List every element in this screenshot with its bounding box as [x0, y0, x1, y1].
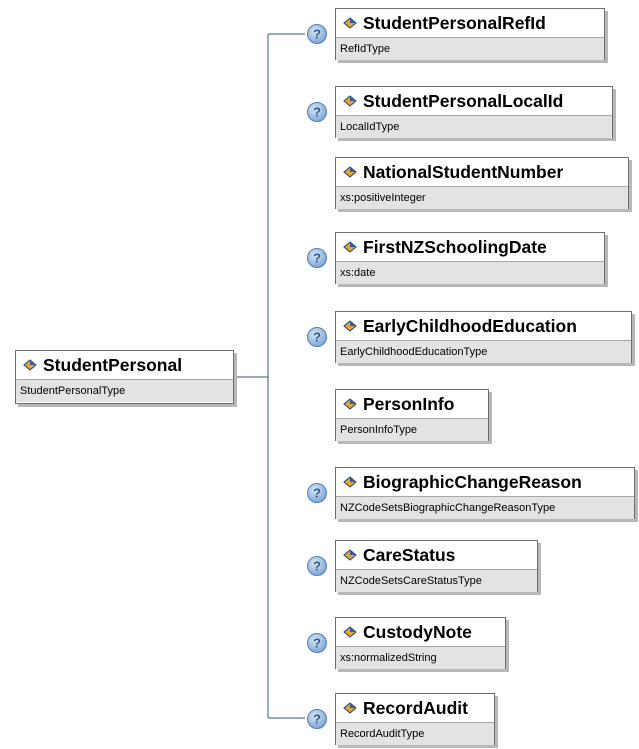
root-element-name: StudentPersonal	[43, 354, 183, 375]
child-element-type: RefIdType	[336, 37, 604, 60]
child-element-header: RecordAudit	[336, 694, 494, 722]
child-element-name: RecordAudit	[363, 697, 468, 718]
optional-question-icon: ?	[307, 248, 327, 268]
child-element-box[interactable]: PersonInfo PersonInfoType	[335, 389, 489, 441]
optional-question-icon: ?	[307, 709, 327, 729]
element-diamond-icon	[343, 476, 357, 488]
child-element-name: CareStatus	[363, 544, 456, 565]
root-element-header: StudentPersonal	[16, 351, 233, 379]
child-element-header: BiographicChangeReason	[336, 468, 634, 496]
child-element-header: StudentPersonalLocalId	[336, 87, 612, 115]
child-element-type: xs:date	[336, 261, 604, 284]
element-diamond-icon	[343, 702, 357, 714]
child-element-header: PersonInfo	[336, 390, 488, 418]
child-element-name: StudentPersonalRefId	[363, 12, 546, 33]
child-element-box[interactable]: EarlyChildhoodEducation EarlyChildhoodEdu…	[335, 311, 632, 363]
element-diamond-icon	[343, 95, 357, 107]
svg-text:?: ?	[313, 330, 321, 345]
child-element-name: EarlyChildhoodEducation	[363, 315, 577, 336]
child-element-name: BiographicChangeReason	[363, 471, 582, 492]
element-diamond-icon	[343, 320, 357, 332]
optional-question-icon: ?	[307, 633, 327, 653]
child-element-header: FirstNZSchoolingDate	[336, 233, 604, 261]
child-element-box[interactable]: BiographicChangeReason NZCodeSetsBiograph…	[335, 467, 635, 519]
child-element-header: CareStatus	[336, 541, 537, 569]
svg-text:?: ?	[313, 559, 321, 574]
child-element-box[interactable]: FirstNZSchoolingDate xs:date	[335, 232, 605, 284]
child-element-type: EarlyChildhoodEducationType	[336, 340, 631, 363]
child-element-header: NationalStudentNumber	[336, 158, 628, 186]
svg-text:?: ?	[313, 27, 321, 42]
child-element-type: NZCodeSetsBiographicChangeReasonType	[336, 496, 634, 519]
element-diamond-icon	[343, 166, 357, 178]
element-diamond-icon	[343, 241, 357, 253]
svg-text:?: ?	[313, 712, 321, 727]
optional-question-icon: ?	[307, 327, 327, 347]
child-element-name: PersonInfo	[363, 393, 455, 414]
optional-question-icon: ?	[307, 483, 327, 503]
child-element-box[interactable]: CustodyNote xs:normalizedString	[335, 617, 506, 669]
element-diamond-icon	[23, 359, 37, 371]
child-element-name: StudentPersonalLocalId	[363, 90, 564, 111]
child-element-type: RecordAuditType	[336, 722, 494, 745]
child-element-header: StudentPersonalRefId	[336, 9, 604, 37]
child-element-type: NZCodeSetsCareStatusType	[336, 569, 537, 592]
child-element-header: EarlyChildhoodEducation	[336, 312, 631, 340]
child-element-type: xs:normalizedString	[336, 646, 505, 669]
root-element-type: StudentPersonalType	[16, 379, 233, 402]
element-diamond-icon	[343, 17, 357, 29]
child-element-name: FirstNZSchoolingDate	[363, 236, 547, 257]
element-diamond-icon	[343, 626, 357, 638]
element-diamond-icon	[343, 398, 357, 410]
child-element-name: CustodyNote	[363, 621, 472, 642]
svg-text:?: ?	[313, 251, 321, 266]
child-element-type: LocalIdType	[336, 115, 612, 138]
child-element-type: xs:positiveInteger	[336, 186, 628, 209]
optional-question-icon: ?	[307, 24, 327, 44]
svg-text:?: ?	[313, 105, 321, 120]
child-element-name: NationalStudentNumber	[363, 161, 564, 182]
svg-text:?: ?	[313, 486, 321, 501]
child-element-box[interactable]: RecordAudit RecordAuditType	[335, 693, 495, 745]
optional-question-icon: ?	[307, 102, 327, 122]
child-element-box[interactable]: StudentPersonalRefId RefIdType	[335, 8, 605, 60]
child-element-header: CustodyNote	[336, 618, 505, 646]
child-element-box[interactable]: StudentPersonalLocalId LocalIdType	[335, 86, 613, 138]
child-element-box[interactable]: NationalStudentNumber xs:positiveInteger	[335, 157, 629, 209]
element-diamond-icon	[343, 549, 357, 561]
child-element-type: PersonInfoType	[336, 418, 488, 441]
child-element-box[interactable]: CareStatus NZCodeSetsCareStatusType	[335, 540, 538, 592]
root-element-box[interactable]: StudentPersonal StudentPersonalType	[15, 350, 234, 404]
optional-question-icon: ?	[307, 556, 327, 576]
svg-text:?: ?	[313, 636, 321, 651]
